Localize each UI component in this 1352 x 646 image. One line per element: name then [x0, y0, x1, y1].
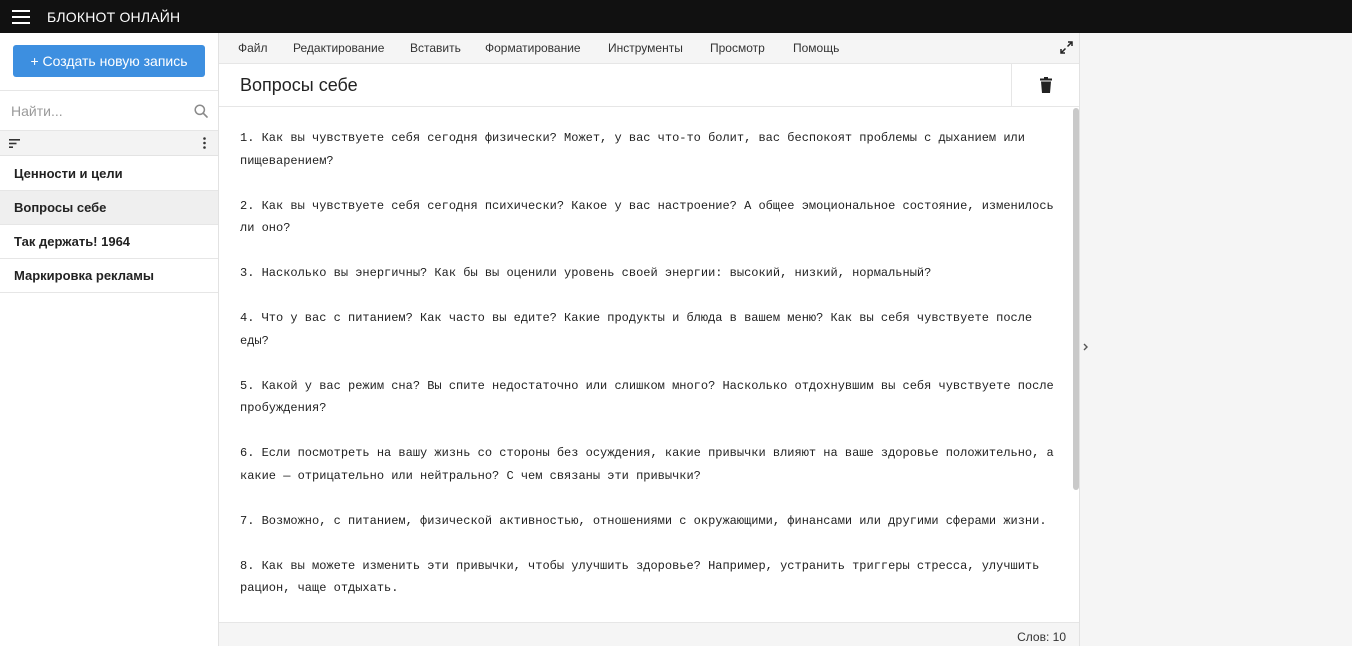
note-paragraph: 7. Возможно, с питанием, физической акти… [240, 513, 1047, 528]
sort-icon[interactable] [9, 139, 20, 148]
note-title-row: Вопросы себе [219, 64, 1079, 107]
more-vertical-icon[interactable] [203, 137, 206, 149]
sidebar: + Создать новую запись Ценности и цели В… [0, 33, 219, 646]
menu-bar: Файл Редактирование Вставить Форматирова… [219, 33, 1079, 64]
top-bar: БЛОКНОТ ОНЛАЙН [0, 0, 1352, 33]
note-paragraph: 1. Как вы чувствуете себя сегодня физиче… [240, 131, 1025, 168]
menu-help[interactable]: Помощь [793, 41, 839, 55]
app-title: БЛОКНОТ ОНЛАЙН [47, 8, 181, 25]
note-content[interactable]: 1. Как вы чувствуете себя сегодня физиче… [219, 108, 1079, 622]
menu-file[interactable]: Файл [238, 41, 268, 55]
search-icon[interactable] [194, 104, 208, 118]
menu-edit[interactable]: Редактирование [293, 41, 384, 55]
trash-icon [1039, 77, 1052, 93]
search-bar [0, 90, 218, 131]
note-title[interactable]: Вопросы себе [240, 75, 358, 96]
note-paragraph: 3. Насколько вы энергичны? Как бы вы оце… [240, 266, 932, 280]
note-paragraph: 4. Что у вас с питанием? Как часто вы ед… [240, 311, 1033, 348]
scrollbar-thumb[interactable] [1073, 108, 1079, 490]
create-note-button[interactable]: + Создать новую запись [13, 45, 205, 77]
note-list-item[interactable]: Маркировка рекламы [0, 259, 218, 293]
chevron-right-icon[interactable] [1081, 341, 1090, 353]
note-paragraph: 5. Какой у вас режим сна? Вы спите недос… [240, 378, 1054, 416]
note-body: 1. Как вы чувствуете себя сегодня физиче… [240, 127, 1055, 622]
menu-tools[interactable]: Инструменты [608, 41, 683, 55]
expand-icon[interactable] [1060, 41, 1073, 54]
note-list-item[interactable]: Ценности и цели [0, 157, 218, 191]
note-paragraph: 6. Если посмотреть на вашу жизнь со стор… [240, 446, 1054, 483]
sort-bar [0, 131, 218, 156]
menu-insert[interactable]: Вставить [410, 41, 461, 55]
editor-panel: Файл Редактирование Вставить Форматирова… [219, 33, 1080, 646]
search-input[interactable] [0, 91, 190, 130]
note-paragraph: 2. Как вы чувствуете себя сегодня психич… [240, 198, 1054, 236]
note-paragraph: 8. Как вы можете изменить эти привычки, … [240, 558, 1040, 596]
notes-list: Ценности и цели Вопросы себе Так держать… [0, 157, 218, 293]
note-list-item-active[interactable]: Вопросы себе [0, 191, 218, 225]
word-count: Слов: 10 [1017, 630, 1066, 644]
menu-view[interactable]: Просмотр [710, 41, 765, 55]
menu-icon[interactable] [12, 9, 30, 24]
status-bar: Слов: 10 [219, 622, 1079, 646]
scrollbar[interactable] [1073, 108, 1079, 622]
menu-format[interactable]: Форматирование [485, 41, 581, 55]
delete-button[interactable] [1011, 64, 1079, 106]
note-list-item[interactable]: Так держать! 1964 [0, 225, 218, 259]
